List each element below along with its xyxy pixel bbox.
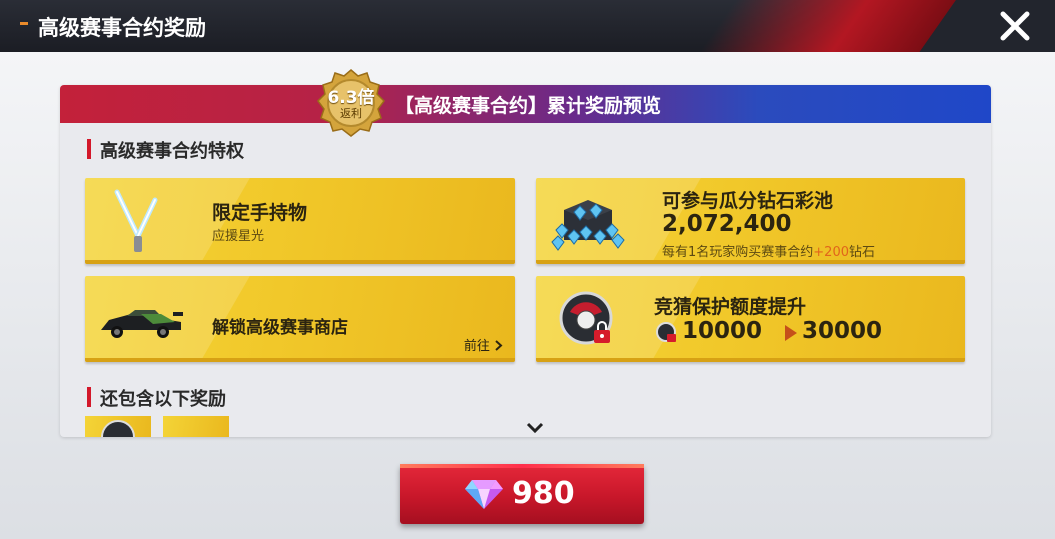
top-bar: 高级赛事合约奖励 [0, 0, 1055, 52]
title-accent [20, 22, 28, 25]
rebate-medal: 6.3倍 返利 [317, 69, 385, 137]
price-label: 980 [512, 476, 575, 511]
diamond-pile-icon [551, 200, 625, 251]
chevron-down-icon[interactable] [526, 421, 544, 435]
privileges-heading: 高级赛事合约特权 [100, 141, 244, 162]
lock-icon [656, 322, 676, 342]
tile-diamond-pool[interactable]: 可参与瓜分钻石彩池 2,072,400 每有1名玩家购买赛事合约+200钻石 [536, 178, 965, 264]
tile-guess-protection[interactable]: 竞猜保护额度提升 10000 30000 [536, 276, 965, 362]
guess-to-value: 30000 [802, 318, 883, 344]
extra-reward-item[interactable] [163, 416, 229, 437]
section-marker [87, 387, 91, 407]
banner-title: 【高级赛事合约】累计奖励预览 [395, 95, 662, 117]
section-marker [87, 139, 91, 159]
lightsaber-icon [114, 189, 158, 252]
tile-shop-title: 解锁高级赛事商店 [212, 318, 348, 338]
tile-handheld-title: 限定手持物 [212, 202, 308, 224]
diamond-pool-bonus: +200 [813, 245, 849, 260]
reward-badge-icon [101, 420, 135, 437]
tile-premium-shop[interactable]: 解锁高级赛事商店 前往 [85, 276, 515, 362]
tile-guess-title: 竞猜保护额度提升 [654, 296, 807, 318]
tile-diamond-pool-title: 可参与瓜分钻石彩池 [662, 190, 834, 212]
guess-from-value: 10000 [682, 318, 763, 344]
goto-label: 前往 [463, 339, 490, 354]
close-icon[interactable] [997, 8, 1033, 44]
extra-reward-item[interactable] [85, 416, 151, 437]
preview-banner: 【高级赛事合约】累计奖励预览 [60, 85, 991, 123]
race-car-icon [101, 310, 183, 338]
arrow-right-icon [785, 325, 797, 341]
gem-icon [465, 480, 503, 509]
diamond-pool-amount: 2,072,400 [662, 211, 792, 237]
tile-handheld-subtitle: 应援星光 [212, 229, 265, 244]
reward-preview-card: 【高级赛事合约】累计奖励预览 高级赛事合约特权 限定手持物 应援星光 可参与瓜分… [60, 85, 991, 437]
protection-badge-icon [559, 291, 613, 345]
diamond-pool-desc-suffix: 钻石 [849, 245, 876, 260]
extras-heading: 还包含以下奖励 [100, 389, 226, 410]
diamond-pool-desc-prefix: 每有1名玩家购买赛事合约 [662, 245, 814, 260]
goto-shop-link[interactable]: 前往 [464, 335, 503, 354]
tile-handheld[interactable]: 限定手持物 应援星光 [85, 178, 515, 264]
diamond-pool-description: 每有1名玩家购买赛事合约+200钻石 [662, 241, 875, 260]
purchase-button[interactable]: 980 [400, 464, 644, 524]
chevron-right-icon [495, 340, 503, 351]
medal-label: 返利 [340, 107, 362, 120]
page-title: 高级赛事合约奖励 [38, 16, 206, 40]
header-decoration [686, 0, 964, 52]
